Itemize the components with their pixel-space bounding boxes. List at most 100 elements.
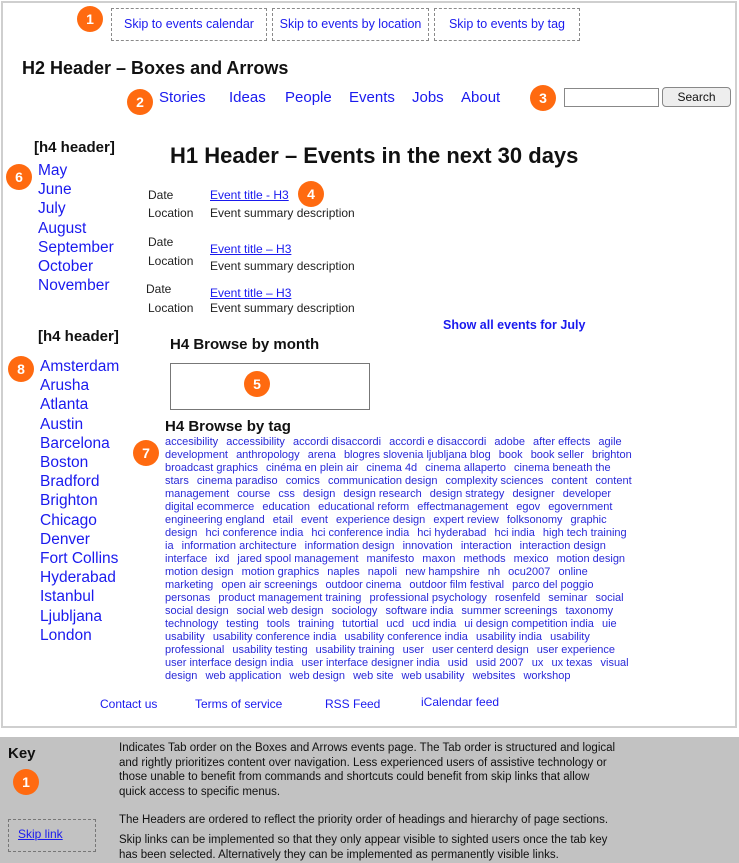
tag-link[interactable]: software india [385, 605, 453, 617]
tag-link[interactable]: ia [165, 540, 174, 552]
tag-link[interactable]: usability [165, 631, 205, 643]
tag-link[interactable]: workshop [523, 670, 570, 682]
tag-link[interactable]: book seller [531, 449, 584, 461]
tag-link[interactable]: css [278, 488, 295, 500]
nav-people[interactable]: People [285, 89, 332, 106]
tag-link[interactable]: accesibility [165, 436, 218, 448]
tag-link[interactable]: uie [602, 618, 617, 630]
tag-link[interactable]: engineering england [165, 514, 265, 526]
tag-link[interactable]: user interface designer india [301, 657, 439, 669]
tag-link[interactable]: parco del poggio [512, 579, 593, 591]
skip-to-tag-link[interactable]: Skip to events by tag [434, 8, 580, 41]
footer-contact-link[interactable]: Contact us [100, 697, 157, 711]
tag-link[interactable]: websites [473, 670, 516, 682]
tag-link[interactable]: effectmanagement [417, 501, 508, 513]
tag-link[interactable]: adobe [494, 436, 525, 448]
tag-link[interactable]: anthropology [236, 449, 300, 461]
nav-jobs[interactable]: Jobs [412, 89, 444, 106]
tag-link[interactable]: egovernment [548, 501, 612, 513]
tag-link[interactable]: arena [308, 449, 336, 461]
tag-link[interactable]: naples [327, 566, 359, 578]
tag-link[interactable]: cinema paradiso [197, 475, 278, 487]
month-may[interactable]: May [38, 161, 114, 180]
tag-link[interactable]: training [298, 618, 334, 630]
city-link[interactable]: Istanbul [40, 587, 119, 606]
tag-link[interactable]: nh [488, 566, 500, 578]
tag-link[interactable]: hci conference india [311, 527, 409, 539]
tag-link[interactable]: cinema 4d [366, 462, 417, 474]
tag-link[interactable]: digital ecommerce [165, 501, 254, 513]
event-title-link[interactable]: Event title – H3 [210, 242, 291, 256]
tag-link[interactable]: book [499, 449, 523, 461]
tag-link[interactable]: accessibility [226, 436, 285, 448]
tag-link[interactable]: developer [563, 488, 611, 500]
tag-link[interactable]: hci india [494, 527, 534, 539]
tag-link[interactable]: event [301, 514, 328, 526]
tag-link[interactable]: blogres slovenia ljubljana blog [344, 449, 491, 461]
tag-link[interactable]: high tech training [543, 527, 627, 539]
tag-link[interactable]: product management training [218, 592, 361, 604]
tag-link[interactable]: web design [289, 670, 345, 682]
tag-link[interactable]: ixd [215, 553, 229, 565]
tag-link[interactable]: design strategy [430, 488, 505, 500]
tag-link[interactable]: experience design [336, 514, 425, 526]
tag-link[interactable]: accordi disaccordi [293, 436, 381, 448]
tag-link[interactable]: social design [165, 605, 229, 617]
search-button[interactable]: Search [662, 87, 731, 107]
tag-link[interactable]: expert review [433, 514, 498, 526]
tag-link[interactable]: usability conference india [213, 631, 337, 643]
tag-link[interactable]: social [595, 592, 623, 604]
tag-link[interactable]: motion graphics [242, 566, 320, 578]
tag-link[interactable]: user interface design india [165, 657, 293, 669]
tag-link[interactable]: napoli [368, 566, 397, 578]
footer-icalendar-link[interactable]: iCalendar feed [421, 695, 499, 709]
tag-link[interactable]: after effects [533, 436, 590, 448]
tag-link[interactable]: ux [532, 657, 544, 669]
tag-link[interactable]: content [551, 475, 587, 487]
city-link[interactable]: Amsterdam [40, 357, 119, 376]
city-link[interactable]: Austin [40, 415, 119, 434]
tag-link[interactable]: hci conference india [205, 527, 303, 539]
tag-link[interactable]: usability training [316, 644, 395, 656]
tag-link[interactable]: tools [267, 618, 290, 630]
tag-link[interactable]: interface [165, 553, 207, 565]
tag-link[interactable]: user centerd design [432, 644, 529, 656]
event-title-link[interactable]: Event title - H3 [210, 188, 289, 202]
tag-link[interactable]: communication design [328, 475, 437, 487]
tag-link[interactable]: cinéma en plein air [266, 462, 358, 474]
event-title-link[interactable]: Event title – H3 [210, 286, 291, 300]
city-link[interactable]: Bradford [40, 472, 119, 491]
tag-link[interactable]: web site [353, 670, 393, 682]
tag-link[interactable]: usability testing [232, 644, 307, 656]
city-link[interactable]: Brighton [40, 491, 119, 510]
nav-ideas[interactable]: Ideas [229, 89, 266, 106]
tag-link[interactable]: sociology [332, 605, 378, 617]
tag-link[interactable]: mexico [514, 553, 549, 565]
tag-link[interactable]: personas [165, 592, 210, 604]
tag-link[interactable]: etail [273, 514, 293, 526]
city-link[interactable]: Boston [40, 453, 119, 472]
tag-link[interactable]: designer [512, 488, 554, 500]
tag-link[interactable]: accordi e disaccordi [389, 436, 486, 448]
tag-link[interactable]: maxon [422, 553, 455, 565]
tag-link[interactable]: folksonomy [507, 514, 563, 526]
tag-link[interactable]: new hampshire [405, 566, 480, 578]
skip-to-calendar-link[interactable]: Skip to events calendar [111, 8, 267, 41]
tag-link[interactable]: course [237, 488, 270, 500]
month-july[interactable]: July [38, 199, 114, 218]
tag-link[interactable]: usability india [476, 631, 542, 643]
tag-link[interactable]: user experience [537, 644, 615, 656]
city-link[interactable]: Arusha [40, 376, 119, 395]
tag-link[interactable]: usid [448, 657, 468, 669]
city-link[interactable]: Fort Collins [40, 549, 119, 568]
tag-link[interactable]: user [403, 644, 424, 656]
tag-link[interactable]: professional psychology [369, 592, 486, 604]
month-october[interactable]: October [38, 257, 114, 276]
key-skip-link[interactable]: Skip link [18, 827, 63, 841]
tag-link[interactable]: open air screenings [221, 579, 317, 591]
city-link[interactable]: Ljubljana [40, 607, 119, 626]
tag-link[interactable]: information design [305, 540, 395, 552]
tag-link[interactable]: comics [286, 475, 320, 487]
tag-link[interactable]: ui design competition india [464, 618, 594, 630]
tag-link[interactable]: usability conference india [344, 631, 468, 643]
